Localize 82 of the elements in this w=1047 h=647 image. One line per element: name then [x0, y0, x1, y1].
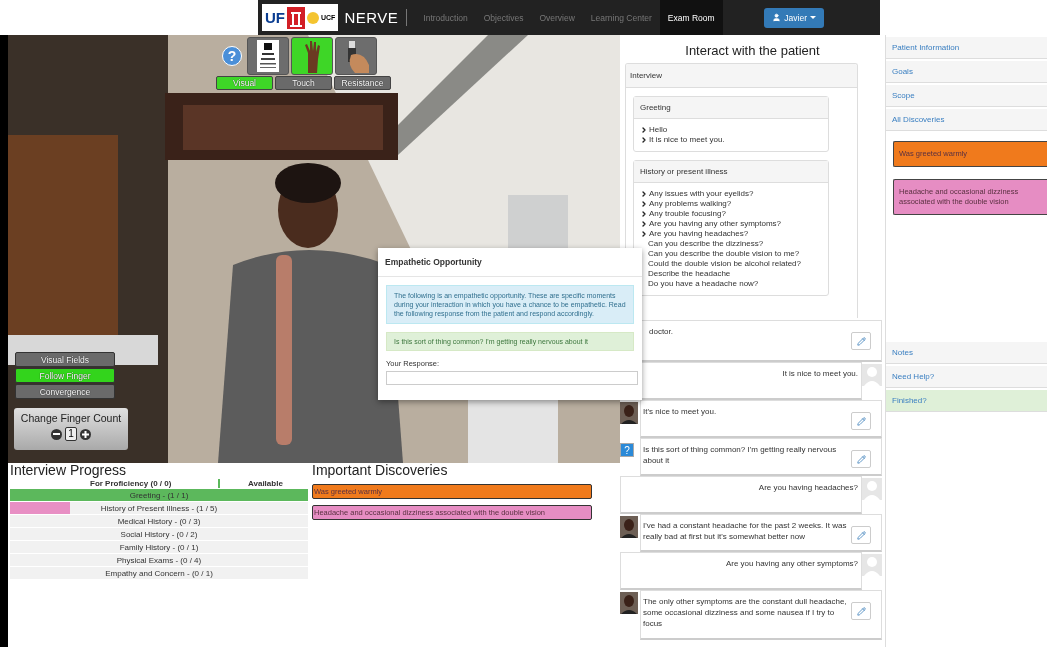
question-link[interactable]: Do you have a headache now? — [640, 279, 822, 289]
nav-link[interactable]: Exam Room — [659, 0, 723, 35]
proficiency-label: For Proficiency (0 / 0) — [90, 478, 173, 488]
plus-button[interactable] — [79, 428, 91, 440]
progress-label: Family History - (0 / 1) — [119, 542, 199, 552]
progress-label: Physical Exams - (0 / 4) — [116, 555, 202, 565]
message-text: Is this sort of thing common? I'm getting really nervous about it — [643, 444, 838, 466]
progress-label: Social History - (0 / 2) — [120, 529, 198, 539]
eye-chart-icon — [257, 40, 279, 72]
pencil-icon — [856, 530, 866, 540]
sidebar-item[interactable]: Scope — [886, 85, 1047, 107]
edit-button[interactable] — [851, 412, 871, 430]
user-icon — [772, 13, 782, 22]
exam-button[interactable]: Visual Fields — [15, 352, 115, 367]
sidebar-item[interactable]: Patient Information — [886, 37, 1047, 59]
group-heading: History or present illness — [634, 161, 828, 183]
question-link[interactable]: Any issues with your eyelids? — [640, 189, 822, 199]
message-text: It is nice to meet you. — [781, 368, 858, 379]
question-link[interactable]: Are you having any other symptoms? — [640, 219, 822, 229]
nav-link[interactable]: Objectives — [475, 0, 532, 35]
minus-icon — [53, 433, 61, 435]
question-link[interactable]: Can you describe the dizziness? — [640, 239, 822, 249]
progress-label: Medical History - (0 / 3) — [117, 516, 201, 526]
question-icon: ? — [620, 443, 634, 457]
panel-title: Interact with the patient — [685, 42, 820, 60]
dialog-title: Empathetic Opportunity — [378, 248, 642, 277]
sidebar-item[interactable]: Goals — [886, 61, 1047, 83]
patient-avatar — [620, 402, 638, 424]
caret-icon — [810, 16, 816, 19]
nav-link[interactable]: Learning Center — [582, 0, 660, 35]
patient-avatar — [620, 592, 638, 614]
pencil-icon — [856, 336, 866, 346]
pencil-icon — [856, 416, 866, 426]
progress-label: History of Present Illness - (1 / 5) — [100, 503, 218, 513]
nav-link[interactable]: Introduction — [415, 0, 476, 35]
question-link[interactable]: It is nice to meet you. — [640, 135, 822, 145]
sidebar-item[interactable]: Finished? — [886, 390, 1047, 412]
hand-icon — [303, 39, 321, 73]
message-text: Are you having headaches? — [757, 482, 858, 493]
edit-button[interactable] — [851, 450, 871, 468]
edit-button[interactable] — [851, 332, 871, 350]
tool-button[interactable] — [335, 37, 377, 75]
sidebar-item[interactable]: Need Help? — [886, 366, 1047, 388]
edit-button[interactable] — [851, 526, 871, 544]
progress-label: Greeting - (1 / 1) — [129, 490, 189, 500]
section-title: Important Discoveries — [312, 463, 449, 478]
message-text: The only other symptoms are the constant dull headache, some occasional dizziness and some nausea if I try to focus — [643, 596, 847, 629]
question-link[interactable]: Are you having headaches? — [640, 229, 822, 239]
panel-title: Change Finger Count — [20, 412, 122, 424]
brand-name: NERVE — [344, 9, 408, 26]
tool-button[interactable] — [247, 37, 289, 75]
question-link[interactable]: Any problems walking? — [640, 199, 822, 209]
available-label: Available — [248, 478, 283, 488]
nav-link[interactable]: Overview — [531, 0, 583, 35]
question-link[interactable]: Any trouble focusing? — [640, 209, 822, 219]
edit-button[interactable] — [851, 602, 871, 620]
plus-icon — [81, 430, 89, 438]
exam-button[interactable]: Convergence — [15, 384, 115, 399]
progress-label: Empathy and Concern - (0 / 1) — [105, 568, 213, 578]
message-text: Are you having any other symptoms? — [724, 558, 858, 569]
response-field[interactable] — [386, 371, 638, 385]
sidebar-item[interactable]: All Discoveries — [886, 109, 1047, 131]
sidebar-item[interactable]: Notes — [886, 342, 1047, 364]
section-title: Interview Progress — [10, 463, 127, 478]
group-heading: Greeting — [634, 97, 828, 119]
count-field[interactable]: 1 — [65, 427, 77, 441]
message-text: doctor. — [648, 326, 674, 337]
patient-avatar — [620, 516, 638, 538]
question-link[interactable]: Could the double vision be alcohol related? — [640, 259, 822, 269]
pencil-icon — [856, 454, 866, 464]
message-text: It's nice to meet you. — [643, 406, 718, 417]
question-link[interactable]: Hello — [640, 125, 822, 135]
mode-tab[interactable]: Touch — [275, 76, 332, 90]
panel-heading: Interview — [626, 64, 857, 88]
message-text: I've had a constant headache for the past 2 weeks. It was really bad at first but it's somewhat better now — [643, 520, 847, 542]
minus-button[interactable] — [51, 428, 63, 440]
pencil-icon — [856, 606, 866, 616]
user-menu-button[interactable]: Javier — [764, 7, 824, 28]
mode-tab[interactable]: Resistance — [334, 76, 391, 90]
question-link[interactable]: Can you describe the double vision to me? — [640, 249, 822, 259]
logo-text: UF — [265, 10, 285, 25]
question-link[interactable]: Describe the headache — [640, 269, 822, 279]
